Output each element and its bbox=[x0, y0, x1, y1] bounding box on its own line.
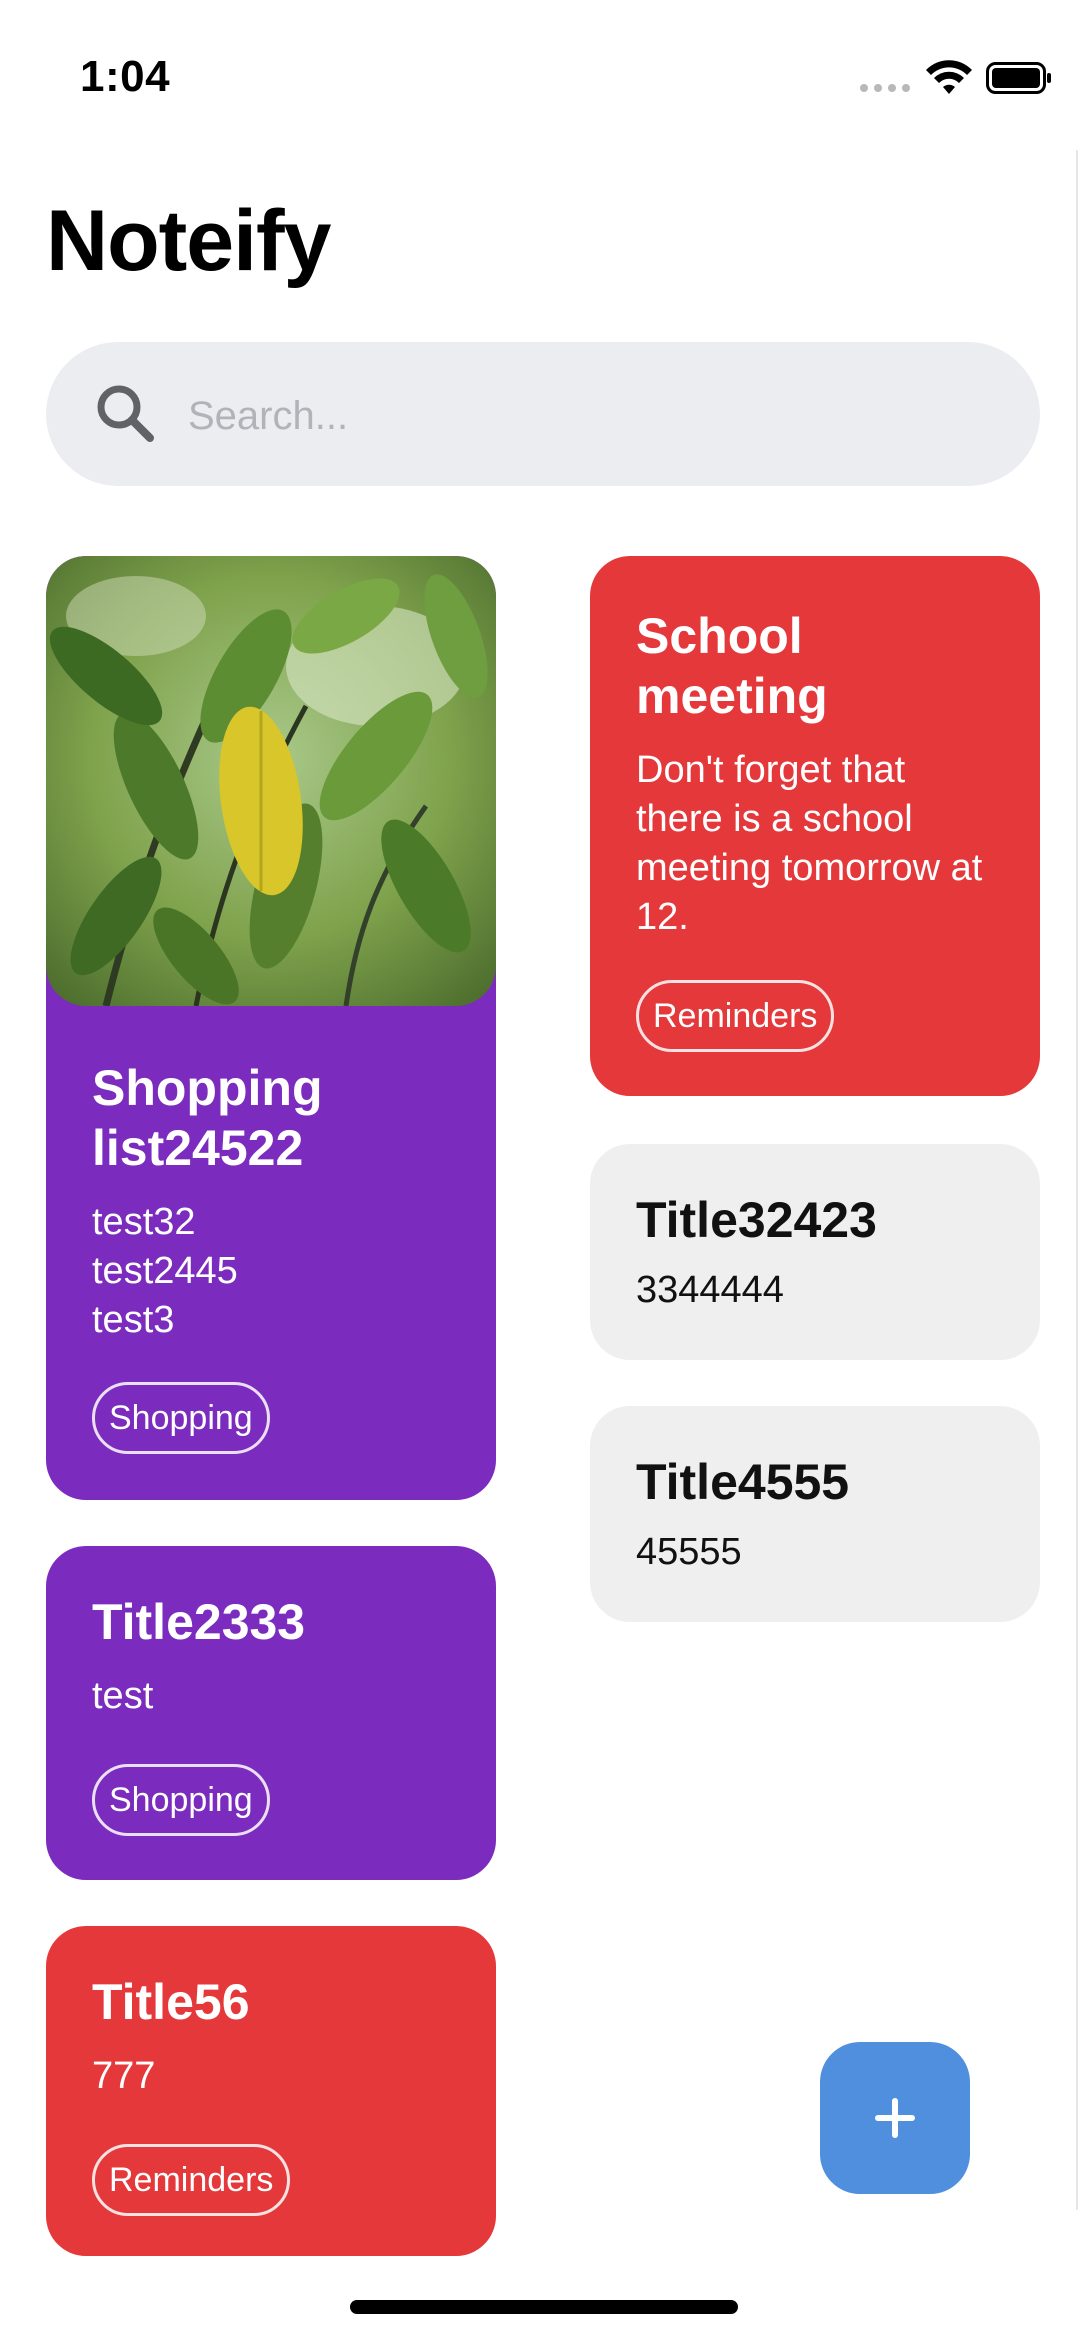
scroll-edge bbox=[1076, 150, 1078, 2210]
note-card-title32423[interactable]: Title32423 3344444 bbox=[590, 1144, 1040, 1360]
note-card-title4555[interactable]: Title4555 45555 bbox=[590, 1406, 1040, 1622]
note-card-school-meeting[interactable]: School meeting Don't forget that there i… bbox=[590, 556, 1040, 1096]
note-text: 777 bbox=[92, 2055, 156, 2097]
note-title: Title4555 bbox=[636, 1454, 850, 1510]
status-bar: 1:04 bbox=[0, 0, 1080, 150]
note-card-title2333[interactable]: Title2333 test Shopping bbox=[46, 1546, 496, 1880]
plant-leaves-photo bbox=[46, 556, 496, 1006]
note-text: test bbox=[92, 1675, 154, 1717]
search-icon bbox=[97, 385, 154, 442]
add-note-button[interactable] bbox=[820, 2042, 970, 2194]
note-card-title56[interactable]: Title56 777 Reminders bbox=[46, 1926, 496, 2256]
note-tag: Reminders bbox=[92, 2144, 291, 2216]
battery-icon bbox=[986, 62, 1051, 94]
note-tag: Shopping bbox=[92, 1382, 270, 1454]
note-title: School meeting bbox=[636, 608, 828, 724]
note-title: Title32423 bbox=[636, 1192, 877, 1248]
status-time: 1:04 bbox=[80, 52, 171, 101]
note-title: Title2333 bbox=[92, 1594, 306, 1650]
page-title: Noteify bbox=[46, 193, 331, 289]
note-text: Don't forget that there is a school meet… bbox=[636, 749, 983, 938]
note-text: test32 test2445 test3 bbox=[92, 1201, 238, 1341]
search-input[interactable] bbox=[186, 380, 1010, 452]
note-text: 45555 bbox=[636, 1531, 742, 1573]
home-indicator[interactable] bbox=[350, 2300, 738, 2314]
note-title: Title56 bbox=[92, 1974, 250, 2030]
note-tag: Reminders bbox=[636, 980, 835, 1052]
wifi-icon bbox=[926, 60, 972, 94]
note-card-shopping-list[interactable]: Shopping list24522 test32 test2445 test3… bbox=[46, 556, 496, 1500]
note-title: Shopping list24522 bbox=[92, 1060, 323, 1176]
plus-icon bbox=[875, 2098, 915, 2138]
search-bar[interactable] bbox=[46, 342, 1040, 486]
note-text: 3344444 bbox=[636, 1269, 784, 1311]
note-tag: Shopping bbox=[92, 1764, 270, 1836]
cellular-signal-icon bbox=[860, 84, 910, 92]
